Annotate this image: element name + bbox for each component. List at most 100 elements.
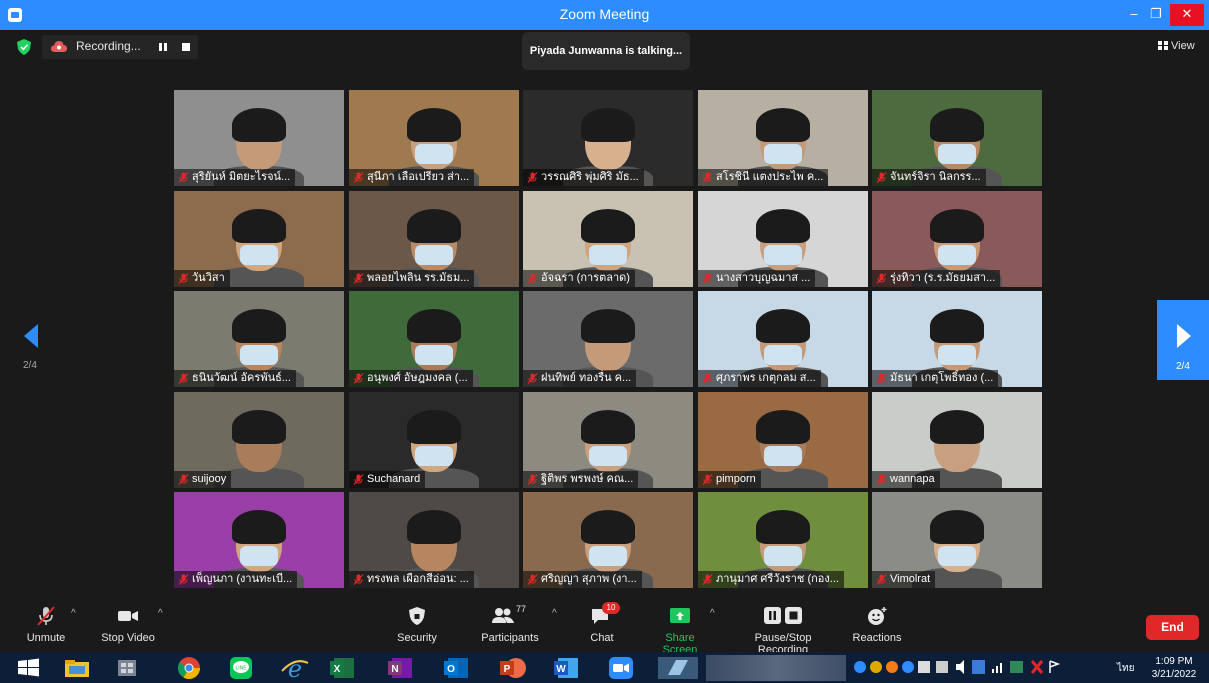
muted-microphone-icon [37, 606, 55, 626]
participant-hair [407, 209, 461, 243]
participant-name: มัธนา เกตุโพธิ์ทอง (... [890, 372, 994, 384]
participant-tile[interactable]: ศริญญา สุภาพ (งา... [523, 492, 693, 588]
share-options-caret[interactable]: ^ [710, 608, 715, 619]
participant-tile[interactable]: นางสาวบุญฉมาส ... [698, 191, 868, 287]
input-language[interactable]: ไทย [1117, 661, 1134, 676]
security-button[interactable]: Security [394, 606, 440, 644]
window-preview-icon[interactable] [654, 655, 702, 681]
muted-mic-icon [702, 474, 713, 485]
participant-tile[interactable]: อนุพงศ์ อัษฎมงคล (... [349, 291, 519, 387]
participant-tile[interactable]: Vimolrat [872, 492, 1042, 588]
participant-name-label: Suchanard [349, 471, 426, 488]
participant-tile[interactable]: suijooy [174, 392, 344, 488]
word-icon[interactable]: W [550, 655, 584, 681]
face-mask [764, 144, 802, 164]
participant-tile[interactable]: เพ็ญนภา (งานทะเบี... [174, 492, 344, 588]
participant-tile[interactable]: สุนีภา เลือเปรียว ส่า... [349, 90, 519, 186]
participant-name: อนุพงศ์ อัษฎมงคล (... [367, 372, 468, 384]
participant-name-label: ภานุมาศ ศรีวังราช (กอง... [698, 571, 844, 588]
zoom-taskbar-icon[interactable] [604, 655, 638, 681]
svg-text:P: P [504, 664, 511, 675]
file-explorer-icon[interactable] [60, 655, 94, 681]
participant-tile[interactable]: มัธนา เกตุโพธิ์ทอง (... [872, 291, 1042, 387]
participant-tile[interactable]: ภานุมาศ ศรีวังราช (กอง... [698, 492, 868, 588]
participant-tile[interactable]: wannapa [872, 392, 1042, 488]
participant-name: ธนินวัฒน์ อัครพันธ์... [192, 372, 291, 384]
participant-name: pimporn [716, 473, 756, 485]
windows-start-icon[interactable] [12, 655, 46, 681]
participant-tile[interactable]: สุริยันห์ มิตยะไรจน์... [174, 90, 344, 186]
participant-tile[interactable]: อัจฉรา (การตลาด) [523, 191, 693, 287]
next-page-button[interactable]: 2/4 [1157, 300, 1209, 380]
participant-tile[interactable]: วันวิสา [174, 191, 344, 287]
stop-video-button[interactable]: Stop Video [100, 606, 156, 644]
previous-page-button[interactable]: 2/4 [0, 300, 60, 380]
app-grid-icon[interactable] [110, 655, 144, 681]
participant-name-label: ทรงพล เผือกสีอ่อน: ... [349, 571, 474, 588]
excel-icon[interactable]: X [326, 655, 360, 681]
participant-tile[interactable]: ศุภราพร เกตุกลม ส... [698, 291, 868, 387]
meeting-controls: Unmute ^ Stop Video ^ Security 77 Partic… [0, 600, 1209, 656]
maximize-button[interactable]: ❐ [1146, 4, 1166, 26]
participant-tile[interactable]: รุ่งทิวา (ร.ร.มัธยมสา... [872, 191, 1042, 287]
participant-tile[interactable]: ฐิติพร พรพงษ์ คณ... [523, 392, 693, 488]
stop-recording-icon[interactable] [182, 43, 190, 51]
participant-tile[interactable]: Suchanard [349, 392, 519, 488]
end-meeting-button[interactable]: End [1146, 615, 1199, 640]
meeting-top-bar: Recording... Piyada Junwanna is talking.… [0, 30, 1209, 70]
participant-tile[interactable]: วรรณศิริ พุ่มศิริ มัธ... [523, 90, 693, 186]
pause-recording-icon[interactable] [158, 42, 168, 52]
minimize-button[interactable]: – [1124, 4, 1144, 26]
participant-name: สุนีภา เลือเปรียว ส่า... [367, 171, 470, 183]
participants-button[interactable]: 77 Participants [480, 604, 540, 644]
grid-view-icon [1158, 41, 1168, 50]
participant-tile[interactable]: ธนินวัฒน์ อัครพันธ์... [174, 291, 344, 387]
face-mask [415, 144, 453, 164]
pause-stop-recording-button[interactable]: Pause/Stop Recording [729, 606, 837, 656]
participant-hair [581, 209, 635, 243]
chrome-icon[interactable] [172, 655, 206, 681]
system-clock[interactable]: 1:09 PM 3/21/2022 [1143, 655, 1205, 681]
participant-tile[interactable]: ฝนทิพย์ ทองรื่น ค... [523, 291, 693, 387]
outlook-icon[interactable]: O [440, 655, 474, 681]
participant-name: ศุภราพร เกตุกลม ส... [716, 372, 816, 384]
participant-name: ฝนทิพย์ ทองรื่น ค... [541, 372, 632, 384]
chat-button[interactable]: 10 Chat [586, 602, 620, 644]
chat-unread-badge: 10 [602, 602, 620, 614]
reactions-button[interactable]: Reactions [851, 606, 903, 644]
line-app-icon[interactable]: LINE [224, 655, 258, 681]
internet-explorer-icon[interactable]: e [278, 655, 312, 681]
face-mask [764, 345, 802, 365]
participants-options-caret[interactable]: ^ [552, 608, 557, 619]
share-screen-button[interactable]: Share Screen [647, 606, 713, 656]
smiley-reaction-icon [868, 607, 887, 625]
participant-name: เพ็ญนภา (งานทะเบี... [192, 573, 293, 585]
muted-mic-icon [702, 574, 713, 585]
view-label: View [1171, 40, 1195, 52]
chevron-left-icon [24, 324, 38, 348]
participant-name-label: สุนีภา เลือเปรียว ส่า... [349, 169, 475, 186]
participant-tile[interactable]: ทรงพล เผือกสีอ่อน: ... [349, 492, 519, 588]
system-tray-icons[interactable] [848, 655, 1118, 680]
face-mask [938, 345, 976, 365]
audio-options-caret[interactable]: ^ [71, 608, 76, 619]
close-window-button[interactable]: ✕ [1170, 4, 1204, 26]
participant-tile[interactable]: สโรชินี แตงประไพ ค... [698, 90, 868, 186]
onenote-icon[interactable]: N [384, 655, 418, 681]
participant-hair [581, 410, 635, 444]
unmute-button[interactable]: Unmute [22, 606, 70, 644]
participant-name-label: ฝนทิพย์ ทองรื่น ค... [523, 370, 637, 387]
page-indicator-left: 2/4 [23, 360, 37, 371]
participant-tile[interactable]: พลอยไพลิน รร.มัธม... [349, 191, 519, 287]
svg-text:e: e [288, 655, 302, 681]
active-speaker-banner: Piyada Junwanna is talking... [522, 32, 690, 70]
video-options-caret[interactable]: ^ [158, 608, 163, 619]
view-button[interactable]: View [1158, 40, 1195, 52]
powerpoint-icon[interactable]: P [496, 655, 530, 681]
participant-tile[interactable]: pimporn [698, 392, 868, 488]
participant-hair [930, 410, 984, 444]
encryption-shield-icon[interactable] [17, 39, 31, 55]
participant-hair [581, 309, 635, 343]
participant-tile[interactable]: จันทร์จิรา นิลกรร... [872, 90, 1042, 186]
participant-hair [756, 309, 810, 343]
